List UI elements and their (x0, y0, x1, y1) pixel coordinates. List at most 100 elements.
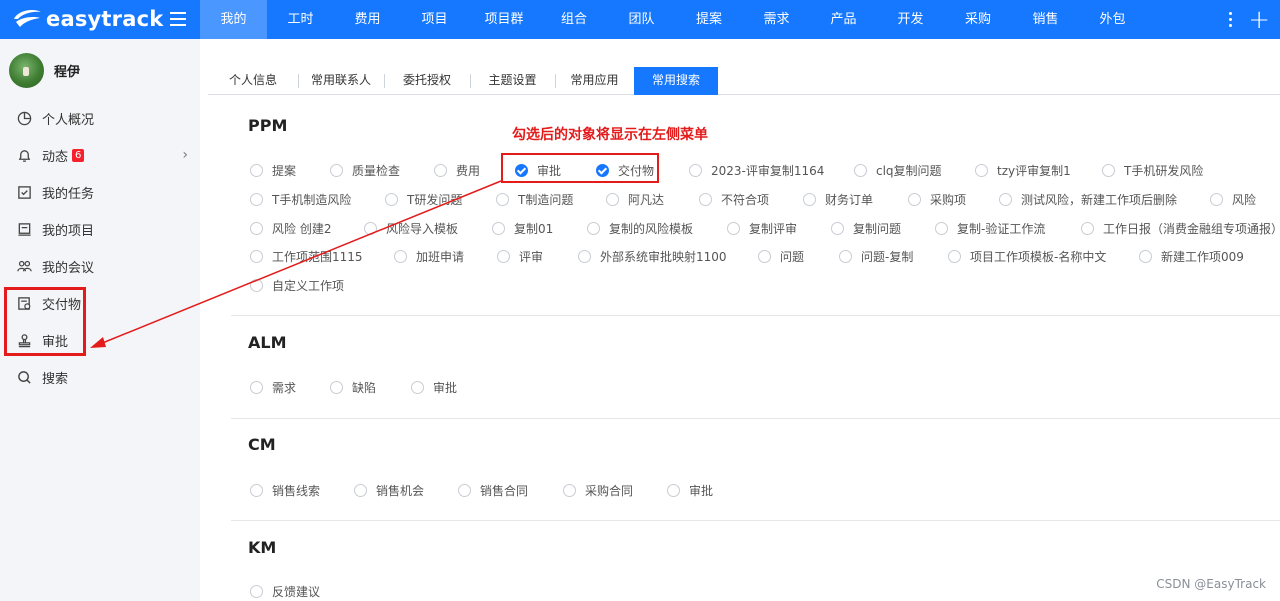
sidebar-item-projects[interactable]: 我的项目 (0, 212, 200, 246)
nav-item-requirement[interactable]: 需求 (743, 0, 810, 39)
radio-icon[interactable] (364, 222, 377, 235)
nav-item-proposal[interactable]: 提案 (675, 0, 743, 39)
tab-frequent-contacts[interactable]: 常用联系人 (298, 67, 384, 95)
radio-icon[interactable] (563, 484, 576, 497)
radio-icon[interactable] (496, 193, 509, 206)
radio-icon[interactable] (458, 484, 471, 497)
radio-icon[interactable] (330, 381, 343, 394)
radio-icon[interactable] (587, 222, 600, 235)
option-checkbox[interactable]: 费用 (434, 162, 480, 179)
nav-item-portfolio[interactable]: 组合 (540, 0, 608, 39)
option-checkbox[interactable]: T研发问题 (385, 191, 462, 208)
tab-theme-settings[interactable]: 主题设置 (470, 67, 555, 95)
user-profile[interactable]: 程伊 (9, 53, 80, 88)
radio-icon[interactable] (250, 381, 263, 394)
more-options-icon[interactable] (1228, 12, 1232, 27)
option-checkbox[interactable]: 不符合项 (699, 191, 769, 208)
radio-icon[interactable] (354, 484, 367, 497)
tab-personal-info[interactable]: 个人信息 (208, 67, 298, 95)
nav-item-purchase[interactable]: 采购 (944, 0, 1012, 39)
nav-item-team[interactable]: 团队 (608, 0, 675, 39)
option-checkbox[interactable]: 阿凡达 (606, 191, 664, 208)
nav-item-program[interactable]: 项目群 (468, 0, 540, 39)
radio-icon[interactable] (831, 222, 844, 235)
sidebar-item-meetings[interactable]: 我的会议 (0, 249, 200, 283)
radio-icon[interactable] (330, 164, 343, 177)
radio-icon[interactable] (434, 164, 447, 177)
sidebar-item-search[interactable]: 搜索 (0, 360, 200, 394)
option-checkbox[interactable]: 反馈建议 (250, 583, 320, 600)
nav-item-sales[interactable]: 销售 (1012, 0, 1079, 39)
option-checkbox[interactable]: 需求 (250, 379, 296, 396)
radio-icon[interactable] (385, 193, 398, 206)
chevron-right-icon[interactable]: › (182, 147, 188, 163)
option-checkbox[interactable]: tzy评审复制1 (975, 162, 1071, 179)
tab-frequent-search[interactable]: 常用搜索 (634, 67, 718, 95)
radio-icon[interactable] (1102, 164, 1115, 177)
option-checkbox[interactable]: 审批 (667, 482, 713, 499)
option-checkbox[interactable]: 测试风险，新建工作项后删除 (999, 191, 1177, 208)
option-checkbox[interactable]: 复制评审 (727, 220, 797, 237)
option-checkbox[interactable]: 审批 (411, 379, 457, 396)
radio-icon[interactable] (758, 250, 771, 263)
radio-icon[interactable] (1081, 222, 1094, 235)
option-checkbox[interactable]: 采购合同 (563, 482, 633, 499)
option-checkbox[interactable]: clq复制问题 (854, 162, 942, 179)
option-checkbox[interactable]: 销售机会 (354, 482, 424, 499)
radio-icon[interactable] (1210, 193, 1223, 206)
radio-icon[interactable] (250, 164, 263, 177)
option-checkbox[interactable]: 复制问题 (831, 220, 901, 237)
radio-icon[interactable] (975, 164, 988, 177)
option-checkbox[interactable]: T手机制造风险 (250, 191, 351, 208)
nav-item-project[interactable]: 项目 (401, 0, 468, 39)
radio-icon[interactable] (250, 585, 263, 598)
option-checkbox[interactable]: 外部系统审批映射1100 (578, 248, 727, 265)
option-checkbox[interactable]: 复制-验证工作流 (935, 220, 1045, 237)
nav-item-expense[interactable]: 费用 (334, 0, 401, 39)
option-checkbox[interactable]: 风险 (1210, 191, 1256, 208)
radio-icon[interactable] (935, 222, 948, 235)
sidebar-item-overview[interactable]: 个人概况 (0, 101, 200, 135)
radio-icon[interactable] (578, 250, 591, 263)
radio-icon[interactable] (394, 250, 407, 263)
radio-icon[interactable] (689, 164, 702, 177)
nav-item-development[interactable]: 开发 (877, 0, 944, 39)
add-icon[interactable]: + (1248, 7, 1270, 33)
option-checkbox[interactable]: 复制的风险模板 (587, 220, 693, 237)
option-checkbox[interactable]: 项目工作项模板-名称中文 (948, 248, 1106, 265)
option-checkbox[interactable]: 财务订单 (803, 191, 873, 208)
option-checkbox[interactable]: 评审 (497, 248, 543, 265)
option-checkbox[interactable]: 问题-复制 (839, 248, 913, 265)
radio-icon[interactable] (250, 222, 263, 235)
option-checkbox[interactable]: 复制01 (492, 220, 553, 237)
radio-icon[interactable] (250, 279, 263, 292)
radio-icon[interactable] (606, 193, 619, 206)
tab-frequent-apps[interactable]: 常用应用 (555, 67, 634, 95)
radio-icon[interactable] (854, 164, 867, 177)
option-checkbox[interactable]: 自定义工作项 (250, 277, 344, 294)
option-checkbox[interactable]: 缺陷 (330, 379, 376, 396)
sidebar-item-tasks[interactable]: 我的任务 (0, 175, 200, 209)
option-checkbox[interactable]: 问题 (758, 248, 804, 265)
option-checkbox[interactable]: 2023-评审复制1164 (689, 162, 824, 179)
nav-item-timesheet[interactable]: 工时 (267, 0, 334, 39)
radio-icon[interactable] (492, 222, 505, 235)
radio-icon[interactable] (803, 193, 816, 206)
radio-icon[interactable] (999, 193, 1012, 206)
radio-icon[interactable] (839, 250, 852, 263)
radio-icon[interactable] (497, 250, 510, 263)
option-checkbox[interactable]: 提案 (250, 162, 296, 179)
avatar[interactable] (9, 53, 44, 88)
option-checkbox[interactable]: 销售合同 (458, 482, 528, 499)
option-checkbox[interactable]: 风险导入模板 (364, 220, 458, 237)
option-checkbox[interactable]: 采购项 (908, 191, 966, 208)
radio-icon[interactable] (727, 222, 740, 235)
option-checkbox[interactable]: 质量检查 (330, 162, 400, 179)
radio-icon[interactable] (908, 193, 921, 206)
sidebar-item-activity[interactable]: 动态 6 › (0, 138, 200, 172)
radio-icon[interactable] (1139, 250, 1152, 263)
nav-item-product[interactable]: 产品 (810, 0, 877, 39)
menu-toggle-icon[interactable] (170, 12, 186, 26)
radio-icon[interactable] (667, 484, 680, 497)
radio-icon[interactable] (250, 484, 263, 497)
